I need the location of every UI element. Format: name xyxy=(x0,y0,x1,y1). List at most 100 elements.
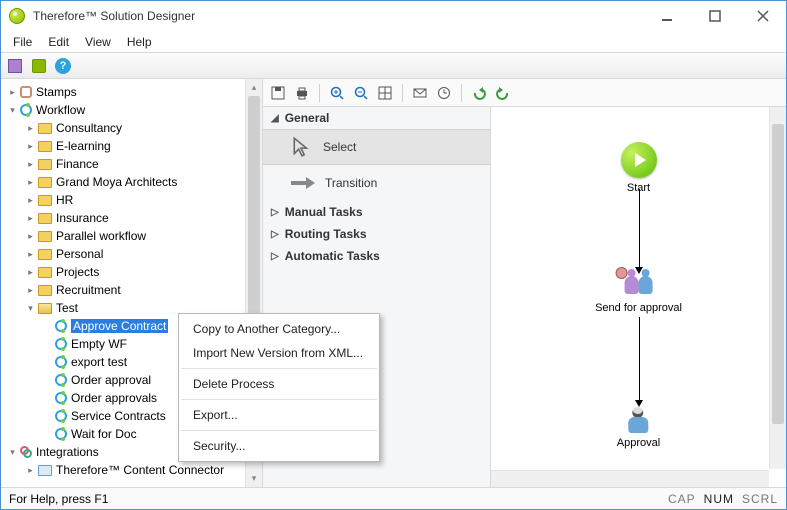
palette-transition[interactable]: Transition xyxy=(263,165,490,201)
tree-workflow[interactable]: Workflow xyxy=(36,103,85,117)
toolbar-separator xyxy=(461,84,462,102)
expander[interactable]: ▾ xyxy=(7,447,18,458)
menu-view[interactable]: View xyxy=(77,33,119,51)
editor-toolbar xyxy=(263,79,786,107)
print-icon[interactable] xyxy=(293,84,311,102)
main-toolbar: ? xyxy=(1,53,786,79)
tree-process-approve contract[interactable]: Approve Contract xyxy=(71,319,168,333)
tree-folder-personal[interactable]: Personal xyxy=(56,247,103,261)
tree-folder-hr[interactable]: HR xyxy=(56,193,73,207)
window-buttons xyxy=(652,3,778,29)
toolbar-separator xyxy=(319,84,320,102)
palette-header-general[interactable]: ◢General xyxy=(263,107,490,129)
maximize-button[interactable] xyxy=(700,3,730,29)
app-icon xyxy=(9,8,25,24)
tree-integrations[interactable]: Integrations xyxy=(36,445,99,459)
redo-icon[interactable] xyxy=(494,84,512,102)
palette-cat-manual[interactable]: ▷Manual Tasks xyxy=(263,201,490,223)
canvas-hscrollbar[interactable] xyxy=(491,470,769,487)
tree-tcc[interactable]: Therefore™ Content Connector xyxy=(56,463,224,477)
connector xyxy=(639,189,640,269)
folder-icon xyxy=(38,195,52,206)
cursor-icon xyxy=(291,136,313,158)
content-area: ▸ Stamps ▾ Workflow ▸ Consultancy ▸ E-learn… xyxy=(1,79,786,487)
folder-icon xyxy=(38,249,52,260)
expander[interactable]: ▸ xyxy=(25,213,36,224)
ctx-copy-to-category[interactable]: Copy to Another Category... xyxy=(179,317,379,341)
help-button[interactable]: ? xyxy=(53,56,73,76)
tree-folder-recruitment[interactable]: Recruitment xyxy=(56,283,121,297)
tree-process-order approval[interactable]: Order approval xyxy=(71,373,151,387)
save-icon[interactable] xyxy=(269,84,287,102)
menu-help[interactable]: Help xyxy=(119,33,160,51)
ctx-separator xyxy=(181,430,377,431)
tree-process-wait for doc[interactable]: Wait for Doc xyxy=(71,427,137,441)
flow-approval-node[interactable]: Approval xyxy=(617,407,660,449)
ctx-import-xml[interactable]: Import New Version from XML... xyxy=(179,341,379,365)
palette-cat-routing[interactable]: ▷Routing Tasks xyxy=(263,223,490,245)
clock-icon[interactable] xyxy=(435,84,453,102)
tree-folder-test[interactable]: Test xyxy=(56,301,78,315)
tree-folder-finance[interactable]: Finance xyxy=(56,157,99,171)
zoom-in-icon[interactable] xyxy=(328,84,346,102)
flow-send-label: Send for approval xyxy=(595,302,682,314)
expander[interactable]: ▸ xyxy=(25,159,36,170)
canvas-vscrollbar[interactable] xyxy=(769,107,786,469)
context-menu: Copy to Another Category... Import New V… xyxy=(178,313,380,462)
tree-process-export test[interactable]: export test xyxy=(71,355,127,369)
expander[interactable]: ▾ xyxy=(7,105,18,116)
flow-send-node[interactable]: Send for approval xyxy=(595,272,682,314)
expander[interactable]: ▸ xyxy=(25,141,36,152)
expander[interactable]: ▸ xyxy=(25,123,36,134)
workflow-icon xyxy=(55,338,67,350)
fit-icon[interactable] xyxy=(376,84,394,102)
tree-folder-insurance[interactable]: Insurance xyxy=(56,211,109,225)
expander[interactable]: ▾ xyxy=(25,303,36,314)
palette-cat-automatic[interactable]: ▷Automatic Tasks xyxy=(263,245,490,267)
expander[interactable]: ▸ xyxy=(25,249,36,260)
undo-icon[interactable] xyxy=(470,84,488,102)
expander[interactable]: ▸ xyxy=(7,87,18,98)
expander[interactable]: ▸ xyxy=(25,195,36,206)
tree-folder-grand moya architects[interactable]: Grand Moya Architects xyxy=(56,175,177,189)
tcc-icon xyxy=(38,465,52,476)
menu-edit[interactable]: Edit xyxy=(40,33,77,51)
minimize-button[interactable] xyxy=(652,3,682,29)
tree-process-order approvals[interactable]: Order approvals xyxy=(71,391,157,405)
expander[interactable]: ▸ xyxy=(25,465,36,476)
ctx-security[interactable]: Security... xyxy=(179,434,379,458)
tree-folder-e-learning[interactable]: E-learning xyxy=(56,139,111,153)
workflow-canvas[interactable]: Start Send for approval Approval xyxy=(491,107,786,487)
expander[interactable]: ▸ xyxy=(25,231,36,242)
flow-diagram: Start Send for approval Approval xyxy=(511,117,766,467)
folder-icon xyxy=(38,123,52,134)
arrow-icon xyxy=(291,177,315,189)
folder-icon xyxy=(38,267,52,278)
close-button[interactable] xyxy=(748,3,778,29)
toolbar-btn-1[interactable] xyxy=(5,56,25,76)
toolbar-btn-2[interactable] xyxy=(29,56,49,76)
flow-start-node[interactable]: Start xyxy=(621,142,657,194)
tree-process-empty wf[interactable]: Empty WF xyxy=(71,337,127,351)
tree-process-service contracts[interactable]: Service Contracts xyxy=(71,409,166,423)
zoom-out-icon[interactable] xyxy=(352,84,370,102)
tree-folder-parallel workflow[interactable]: Parallel workflow xyxy=(56,229,146,243)
expander[interactable]: ▸ xyxy=(25,177,36,188)
tree-stamps[interactable]: Stamps xyxy=(36,85,77,99)
workflow-icon xyxy=(55,410,67,422)
ctx-export[interactable]: Export... xyxy=(179,403,379,427)
palette-select-label: Select xyxy=(323,140,356,154)
ctx-delete-process[interactable]: Delete Process xyxy=(179,372,379,396)
menubar: File Edit View Help xyxy=(1,31,786,53)
menu-file[interactable]: File xyxy=(5,33,40,51)
mail-icon[interactable] xyxy=(411,84,429,102)
palette-select[interactable]: Select xyxy=(263,129,490,165)
expander[interactable]: ▸ xyxy=(25,285,36,296)
integrations-icon xyxy=(20,446,32,458)
workflow-icon xyxy=(55,392,67,404)
tree-folder-consultancy[interactable]: Consultancy xyxy=(56,121,122,135)
workflow-icon xyxy=(55,374,67,386)
tree-folder-projects[interactable]: Projects xyxy=(56,265,99,279)
expander[interactable]: ▸ xyxy=(25,267,36,278)
folder-icon xyxy=(38,303,52,314)
